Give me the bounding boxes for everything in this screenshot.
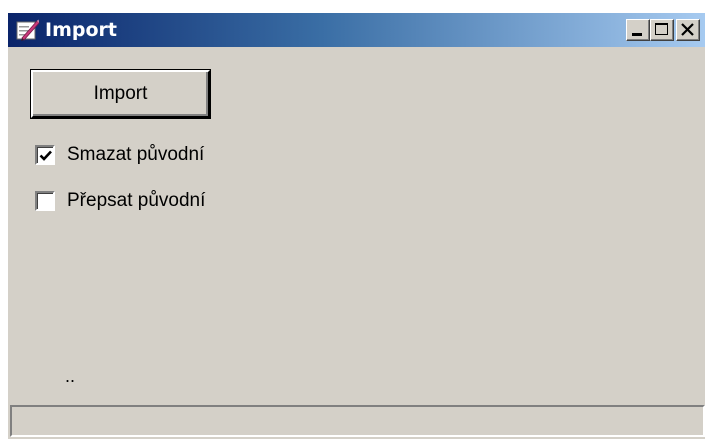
minimize-button[interactable] xyxy=(626,19,650,41)
title-bar[interactable]: Import xyxy=(8,13,705,47)
checkmark-icon xyxy=(39,150,52,161)
status-text: .. xyxy=(65,366,76,386)
import-window: Import Import Smazat původní Přepsat pův… xyxy=(8,13,705,439)
close-button[interactable] xyxy=(676,19,700,41)
overwrite-original-checkbox[interactable] xyxy=(35,191,55,211)
maximize-icon xyxy=(655,23,668,35)
minimize-icon xyxy=(632,33,642,36)
status-bar xyxy=(10,405,705,437)
import-app-icon xyxy=(16,18,40,42)
maximize-button[interactable] xyxy=(650,19,674,41)
import-button[interactable]: Import xyxy=(31,70,210,118)
overwrite-original-label: Přepsat původní xyxy=(67,190,206,211)
close-icon xyxy=(681,23,694,36)
window-controls xyxy=(626,19,700,41)
delete-original-checkbox[interactable] xyxy=(35,145,55,165)
delete-original-option[interactable]: Smazat původní xyxy=(35,143,204,167)
overwrite-original-option[interactable]: Přepsat původní xyxy=(35,189,205,213)
window-title: Import xyxy=(45,19,117,41)
delete-original-label: Smazat původní xyxy=(67,144,205,165)
